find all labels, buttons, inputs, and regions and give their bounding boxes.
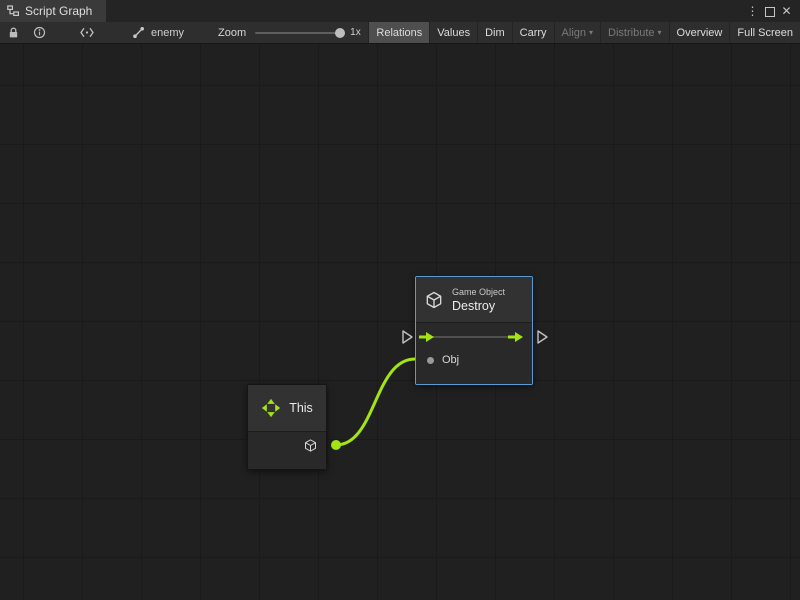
this-node-header: This bbox=[248, 385, 326, 432]
node-category: Game Object bbox=[452, 287, 505, 297]
obj-value-port[interactable] bbox=[427, 357, 434, 364]
this-output-port[interactable] bbox=[331, 440, 341, 450]
maximize-box bbox=[765, 7, 775, 17]
toolbar-button-distribute[interactable]: Distribute ▾ bbox=[600, 22, 668, 43]
wires-overlay bbox=[0, 44, 800, 600]
lock-icon[interactable] bbox=[0, 22, 26, 43]
this-node-label: This bbox=[289, 401, 313, 415]
zoom-label: Zoom bbox=[218, 27, 246, 39]
game-object-cube-icon bbox=[424, 290, 444, 310]
menu-icon[interactable]: ⋮ bbox=[744, 0, 761, 22]
game-object-cube-icon bbox=[303, 438, 318, 453]
dropdown-arrow-icon: ▾ bbox=[589, 28, 593, 37]
toolbar-button-relations[interactable]: Relations bbox=[368, 22, 429, 43]
toolbar-button-fullscreen[interactable]: Full Screen bbox=[729, 22, 800, 43]
node-destroy[interactable]: Game Object Destroy Obj bbox=[415, 276, 533, 385]
connections-icon[interactable] bbox=[74, 22, 100, 43]
this-node-footer bbox=[248, 432, 326, 469]
toolbar-button-overview[interactable]: Overview bbox=[669, 22, 730, 43]
graph-name-chip[interactable]: enemy bbox=[132, 26, 184, 39]
titlebar-spacer bbox=[106, 0, 744, 22]
flow-ports-row bbox=[416, 323, 532, 349]
this-move-icon bbox=[261, 398, 281, 418]
node-this[interactable]: This bbox=[247, 384, 327, 470]
info-icon[interactable] bbox=[26, 22, 52, 43]
graph-canvas[interactable]: This Game Object Destroy bbox=[0, 44, 800, 600]
toolbar-button-align-label: Align bbox=[562, 27, 586, 39]
graph-icon bbox=[132, 26, 145, 39]
control-output-port[interactable] bbox=[538, 331, 547, 343]
toolbar-button-align[interactable]: Align ▾ bbox=[554, 22, 600, 43]
zoom-control: Zoom 1x bbox=[218, 27, 361, 39]
connection-wire[interactable] bbox=[336, 359, 415, 445]
tab-script-graph[interactable]: Script Graph bbox=[0, 0, 106, 22]
toolbar-button-carry[interactable]: Carry bbox=[512, 22, 554, 43]
zoom-slider-handle[interactable] bbox=[335, 28, 345, 38]
script-graph-icon bbox=[7, 5, 19, 17]
graph-name: enemy bbox=[151, 27, 184, 39]
tab-title: Script Graph bbox=[25, 4, 92, 18]
obj-port-row: Obj bbox=[416, 349, 532, 371]
close-icon[interactable]: ✕ bbox=[778, 0, 795, 22]
destroy-node-header: Game Object Destroy bbox=[416, 277, 532, 323]
toolbar-button-dim[interactable]: Dim bbox=[477, 22, 512, 43]
titlebar: Script Graph ⋮ ✕ bbox=[0, 0, 800, 22]
obj-port-label: Obj bbox=[442, 354, 459, 366]
dropdown-arrow-icon: ▾ bbox=[658, 28, 662, 37]
destroy-node-titles: Game Object Destroy bbox=[452, 287, 505, 313]
toolbar-button-distribute-label: Distribute bbox=[608, 27, 654, 39]
script-graph-window: Script Graph ⋮ ✕ bbox=[0, 0, 800, 600]
control-input-port[interactable] bbox=[403, 331, 412, 343]
window-controls: ⋮ ✕ bbox=[744, 0, 800, 22]
toolbar-buttons: Relations Values Dim Carry Align ▾ Distr… bbox=[368, 22, 800, 43]
graph-toolbar: enemy Zoom 1x Relations Values Dim Carry… bbox=[0, 22, 800, 44]
zoom-value: 1x bbox=[350, 27, 361, 38]
destroy-node-body: Obj bbox=[416, 323, 532, 384]
zoom-slider-track[interactable] bbox=[255, 32, 341, 34]
toolbar-button-values[interactable]: Values bbox=[429, 22, 477, 43]
node-title: Destroy bbox=[452, 299, 505, 313]
maximize-icon[interactable] bbox=[761, 0, 778, 22]
